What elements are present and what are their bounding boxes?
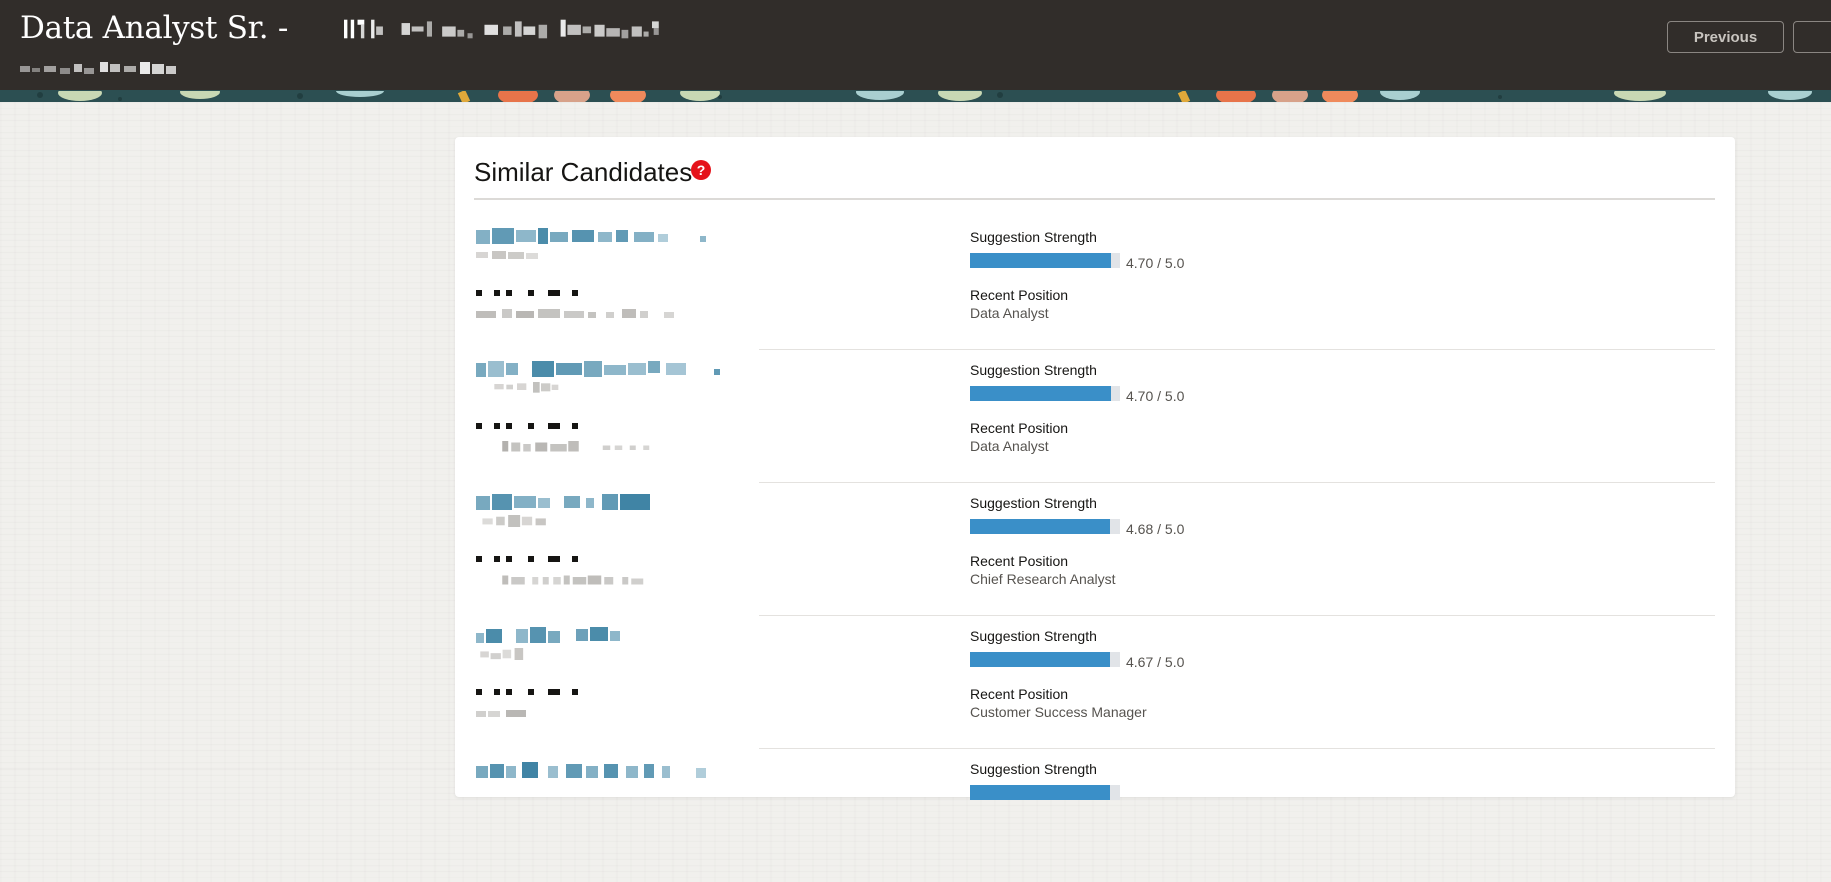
redacted-candidate-name[interactable] (476, 361, 726, 379)
suggestion-strength-bar (970, 519, 1120, 534)
redacted-candidate-info-label (476, 290, 578, 296)
suggestion-strength-bar-fill (970, 386, 1111, 401)
redacted-candidate-subtitle (480, 648, 524, 660)
next-button[interactable] (1793, 21, 1831, 53)
suggestion-strength-label: Suggestion Strength (970, 229, 1097, 245)
suggestion-strength-bar (970, 253, 1120, 268)
recent-position-label: Recent Position (970, 686, 1069, 702)
redacted-candidate-info-value (476, 710, 526, 717)
suggestion-strength-label: Suggestion Strength (970, 628, 1097, 644)
section-divider (474, 198, 1715, 200)
title-text: Data Analyst Sr. - (20, 10, 289, 46)
suggestion-strength-label: Suggestion Strength (970, 761, 1097, 777)
recent-position-value: Data Analyst (970, 438, 1049, 454)
candidate-row: Suggestion Strength 4.70 / 5.0 Recent Po… (455, 350, 1735, 483)
recent-position-label: Recent Position (970, 420, 1069, 436)
redacted-candidate-name[interactable] (476, 228, 716, 246)
previous-button[interactable]: Previous (1667, 21, 1784, 53)
candidate-row: Suggestion Strength 4.70 / 5.0 Recent Po… (455, 217, 1735, 350)
redacted-candidate-subtitle (476, 251, 538, 259)
redacted-title-text (344, 19, 659, 39)
redacted-candidate-info-value (502, 441, 650, 452)
candidate-row: Suggestion Strength 4.68 / 5.0 Recent Po… (455, 483, 1735, 616)
recent-position-value: Customer Success Manager (970, 704, 1147, 720)
header-banner-decoration (0, 90, 1831, 102)
recent-position-label: Recent Position (970, 553, 1069, 569)
suggestion-strength-bar (970, 386, 1120, 401)
page-title: Data Analyst Sr. - (20, 10, 834, 46)
suggestion-strength-label: Suggestion Strength (970, 362, 1097, 378)
banner-pattern (0, 90, 1831, 102)
redacted-candidate-info-label (476, 556, 578, 562)
section-title: Similar Candidates (474, 157, 693, 187)
suggestion-strength-score: 4.67 / 5.0 (1126, 654, 1185, 670)
redacted-candidate-info-label (476, 689, 578, 695)
suggestion-strength-label: Suggestion Strength (970, 495, 1097, 511)
redacted-candidate-subtitle (494, 382, 559, 393)
recent-position-value: Chief Research Analyst (970, 571, 1116, 587)
suggestion-strength-score: 4.68 / 5.0 (1126, 521, 1185, 537)
suggestion-strength-bar (970, 785, 1120, 800)
suggestion-strength-score: 4.70 / 5.0 (1126, 388, 1185, 404)
redacted-candidate-name[interactable] (476, 627, 626, 645)
recent-position-label: Recent Position (970, 287, 1069, 303)
suggestion-strength-bar-fill (970, 785, 1110, 800)
redacted-candidate-info-value (502, 575, 644, 585)
suggestion-strength-bar-fill (970, 652, 1111, 667)
redacted-candidate-info-label (476, 423, 578, 429)
suggestion-strength-bar (970, 652, 1120, 667)
question-circle-icon[interactable]: ? (691, 160, 711, 180)
redacted-candidate-subtitle (482, 515, 546, 527)
redacted-subtitle-text (20, 62, 176, 74)
recent-position-value: Data Analyst (970, 305, 1049, 321)
redacted-candidate-name[interactable] (476, 760, 726, 778)
redacted-candidate-info-value (476, 309, 674, 318)
redacted-candidate-name[interactable] (476, 494, 666, 512)
suggestion-strength-bar-fill (970, 519, 1111, 534)
suggestion-strength-score: 4.70 / 5.0 (1126, 255, 1185, 271)
candidate-row: Suggestion Strength 4.67 / 5.0 Recent Po… (455, 616, 1735, 749)
page-header: Data Analyst Sr. - Previous (0, 0, 1831, 90)
similar-candidates-card: Similar Candidates ? Suggestion Strength… (455, 137, 1735, 800)
suggestion-strength-bar-fill (970, 253, 1111, 268)
